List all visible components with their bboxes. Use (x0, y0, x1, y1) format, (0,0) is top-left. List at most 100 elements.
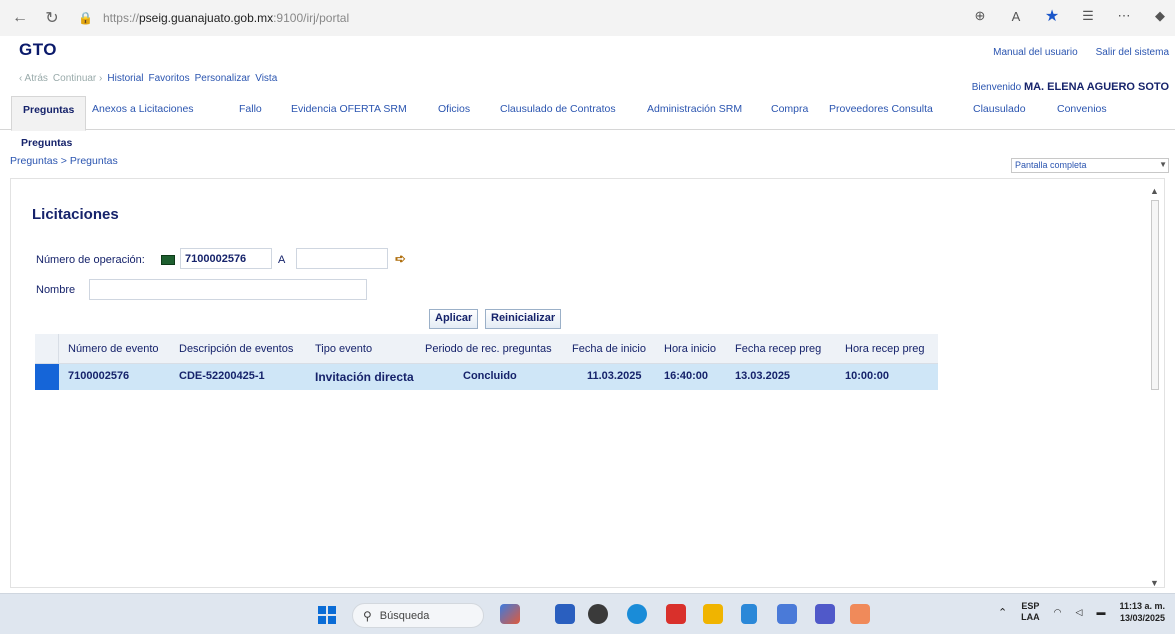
breadcrumb[interactable]: Preguntas > Preguntas (10, 155, 118, 167)
task-view-icon[interactable] (555, 604, 575, 624)
clock-time: 11:13 a. m. (1119, 601, 1165, 611)
zoom-icon[interactable]: ⊕ (971, 8, 989, 24)
cell-start-date: 11.03.2025 (587, 370, 642, 382)
clock[interactable]: 11:13 a. m. 13/03/2025 (1119, 600, 1165, 624)
user-name: MA. ELENA AGUERO SOTO (1023, 81, 1169, 93)
lock-icon: 🔒 (78, 11, 93, 25)
tab-clausulado[interactable]: Clausulado (973, 103, 1026, 115)
system-tray: ⌃ ESP LAA ◠ ◁ ▬ 11:13 a. m. 13/03/2025 (998, 600, 1165, 624)
tab-clausulado-contratos[interactable]: Clausulado de Contratos (500, 103, 616, 115)
column-header[interactable]: Tipo evento (315, 343, 372, 355)
keyboard-layout: LAA (1021, 612, 1040, 622)
volume-icon[interactable]: ◁ (1076, 607, 1083, 618)
taskbar-search-placeholder: Búsqueda (379, 609, 430, 622)
operation-number-from-input[interactable] (180, 248, 272, 269)
read-aloud-icon[interactable]: A (1007, 9, 1025, 24)
back-link[interactable]: ‹ Atrás (19, 73, 48, 84)
forward-link[interactable]: Continuar › (53, 73, 102, 84)
taskbar-search[interactable]: ⚲ Búsqueda (352, 603, 484, 628)
chevron-up-icon[interactable]: ⌃ (998, 606, 1007, 619)
language-code: ESP (1021, 601, 1040, 611)
tab-fallo[interactable]: Fallo (239, 103, 262, 115)
column-header[interactable]: Periodo de rec. preguntas (425, 343, 552, 355)
app-icon[interactable] (741, 604, 757, 624)
cell-description: CDE-52200425-1 (179, 370, 265, 382)
chevron-down-icon: ▼ (1159, 160, 1167, 169)
reload-icon[interactable]: ↻ (40, 6, 64, 30)
vertical-scrollbar[interactable]: ▲ ▼ (1147, 186, 1163, 588)
teams-icon[interactable] (815, 604, 835, 624)
tab-evidencia[interactable]: Evidencia OFERTA SRM (291, 103, 407, 115)
operation-number-to-input[interactable] (296, 248, 388, 269)
edge-icon[interactable] (627, 604, 647, 624)
name-input[interactable] (89, 279, 367, 300)
select-all-cell[interactable] (35, 334, 59, 364)
url-path: :9100/irj/portal (273, 11, 350, 25)
go-arrow-icon[interactable]: ➪ (395, 251, 406, 267)
url-scheme: https:// (102, 11, 139, 25)
personalize-link[interactable]: Personalizar (195, 73, 251, 84)
row-selector[interactable] (35, 364, 59, 390)
history-link[interactable]: Historial (107, 73, 143, 84)
tab-compra[interactable]: Compra (771, 103, 808, 115)
cell-start-time: 16:40:00 (664, 370, 709, 382)
column-header[interactable]: Fecha recep preg (735, 343, 821, 355)
tab-proveedores[interactable]: Proveedores Consulta (829, 103, 933, 115)
favorites-list-icon[interactable]: ☰ (1079, 8, 1097, 24)
welcome-text: Bienvenido MA. ELENA AGUERO SOTO (972, 81, 1169, 93)
operation-number-label: Número de operación: (36, 254, 145, 266)
cell-receipt-time: 10:00:00 (845, 370, 890, 382)
value-help-icon[interactable] (161, 255, 175, 265)
wifi-icon[interactable]: ◠ (1054, 607, 1062, 618)
favorite-star-icon[interactable]: ★ (1043, 6, 1061, 26)
cell-event-number[interactable]: 7100002576 (68, 370, 129, 382)
tab-administracion[interactable]: Administración SRM (647, 103, 742, 115)
tab-anexos[interactable]: Anexos a Licitaciones (92, 103, 194, 115)
chrome-icon[interactable] (588, 604, 608, 624)
view-select-value: Pantalla completa (1015, 160, 1087, 170)
back-arrow-icon[interactable]: ← (8, 6, 32, 30)
address-bar[interactable]: 🔒 https://pseig.guanajuato.gob.mx:9100/i… (78, 11, 349, 25)
acrobat-icon[interactable] (666, 604, 686, 624)
apply-button[interactable]: Aplicar (429, 309, 479, 329)
more-icon[interactable]: ⋯ (1115, 8, 1133, 24)
column-header[interactable]: Hora inicio (664, 343, 716, 355)
tab-preguntas[interactable]: Preguntas (11, 96, 87, 131)
table-row[interactable]: 7100002576 CDE-52200425-1 Invitación dir… (35, 364, 938, 390)
search-icon: ⚲ (363, 608, 372, 623)
windows-start-icon[interactable] (318, 606, 336, 624)
tab-oficios[interactable]: Oficios (438, 103, 470, 115)
column-header[interactable]: Descripción de eventos (179, 343, 293, 355)
clock-date: 13/03/2025 (1119, 613, 1165, 623)
app-icon[interactable] (850, 604, 870, 624)
column-header[interactable]: Número de evento (68, 343, 159, 355)
language-indicator[interactable]: ESP LAA (1021, 601, 1040, 623)
cell-receipt-date: 13.03.2025 (735, 370, 791, 382)
main-tabs: Preguntas Anexos a Licitaciones Fallo Ev… (0, 96, 1175, 131)
favorites-link[interactable]: Favoritos (149, 73, 190, 84)
cell-event-type: Invitación directa (315, 370, 414, 384)
copilot-icon[interactable]: ◆ (1151, 8, 1169, 24)
reset-button[interactable]: Reinicializar (485, 309, 562, 329)
browser-toolbar: ← ↻ 🔒 https://pseig.guanajuato.gob.mx:91… (0, 0, 1175, 36)
mail-icon[interactable] (777, 604, 797, 624)
manual-link[interactable]: Manual del usuario (993, 47, 1078, 58)
gto-logo: GTO (19, 40, 58, 59)
subtab-preguntas[interactable]: Preguntas (21, 137, 72, 149)
scroll-thumb[interactable] (1151, 200, 1159, 390)
section-title: Licitaciones (32, 206, 119, 223)
tab-convenios[interactable]: Convenios (1057, 103, 1107, 115)
welcome-label: Bienvenido (971, 82, 1022, 93)
battery-icon[interactable]: ▬ (1096, 607, 1105, 617)
view-link[interactable]: Vista (255, 73, 277, 84)
history-bar: ‹ Atrás Continuar › Historial Favoritos … (19, 73, 277, 84)
column-header[interactable]: Fecha de inicio (572, 343, 646, 355)
widgets-icon[interactable] (500, 604, 520, 624)
scroll-down-icon[interactable]: ▼ (1150, 578, 1159, 588)
logout-link[interactable]: Salir del sistema (1096, 47, 1169, 58)
range-to-label: A (278, 254, 286, 266)
scroll-up-icon[interactable]: ▲ (1150, 186, 1159, 196)
view-select[interactable]: Pantalla completa ▼ (1011, 158, 1169, 173)
file-explorer-icon[interactable] (703, 604, 723, 624)
column-header[interactable]: Hora recep preg (845, 343, 925, 355)
